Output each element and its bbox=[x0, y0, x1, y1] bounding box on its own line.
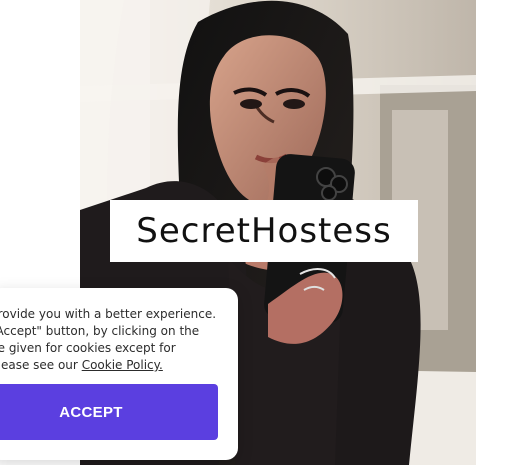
site-logo-text: SecretHostess bbox=[136, 211, 392, 251]
cookie-line-2: "Accept" button, by clicking on the bbox=[0, 324, 200, 338]
accept-button-label: ACCEPT bbox=[59, 403, 123, 421]
page: SecretHostess provide you with a better … bbox=[0, 0, 528, 465]
cookie-line-4: please see our Cookie Policy. bbox=[0, 357, 220, 374]
cookie-line-1: provide you with a better experience. bbox=[0, 307, 217, 321]
cookie-policy-link[interactable]: Cookie Policy. bbox=[82, 358, 163, 372]
cookie-banner: provide you with a better experience. "A… bbox=[0, 288, 238, 460]
cookie-line-3: be given for cookies except for bbox=[0, 341, 176, 355]
accept-button[interactable]: ACCEPT bbox=[0, 384, 218, 440]
cookie-policy-prefix: please see our bbox=[0, 358, 78, 372]
site-logo[interactable]: SecretHostess bbox=[110, 200, 418, 262]
cookie-banner-text: provide you with a better experience. "A… bbox=[0, 306, 220, 374]
